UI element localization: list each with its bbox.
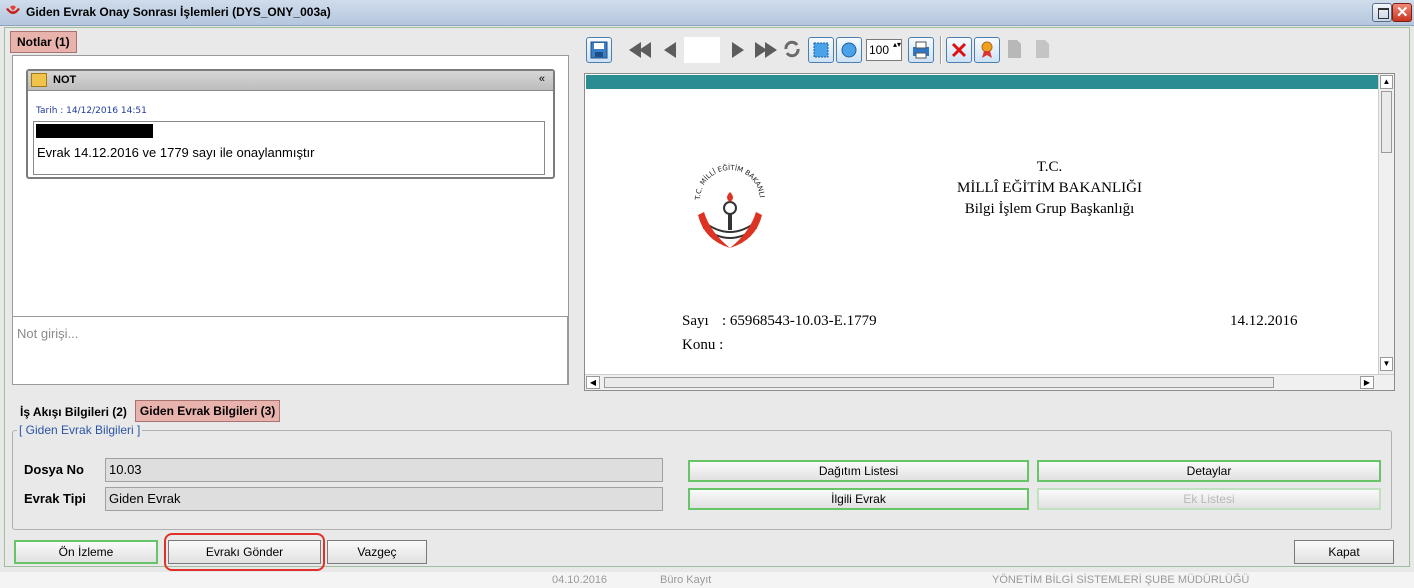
group-legend: [ Giden Evrak Bilgileri ] bbox=[17, 423, 143, 437]
highlight-circle bbox=[164, 533, 325, 571]
document-preview[interactable]: T.C. MİLLÎ EĞİTİM BAKANLIĞI T.C. MİLLÎ E… bbox=[584, 73, 1395, 391]
sayi-value: : 65968543-10.03-E.1779 bbox=[722, 313, 877, 329]
on-izleme-button[interactable]: Ön İzleme bbox=[14, 540, 158, 564]
header-line-1: T.C. bbox=[1036, 159, 1063, 175]
tab-is-akisi-bilgileri[interactable]: İş Akışı Bilgileri (2) bbox=[16, 402, 131, 422]
award-icon[interactable] bbox=[974, 37, 1000, 63]
konu-label: Konu : bbox=[682, 337, 724, 353]
header-line-3: Bilgi İşlem Grup Başkanlığı bbox=[964, 201, 1135, 217]
cancel-icon[interactable] bbox=[946, 37, 972, 63]
background-type: Büro Kayıt bbox=[660, 574, 712, 586]
app-logo-icon bbox=[6, 5, 20, 14]
background-date: 04.10.2016 bbox=[552, 574, 608, 586]
header-line-2: MİLLÎ EĞİTİM BAKANLIĞI bbox=[957, 180, 1142, 196]
title-bar: Giden Evrak Onay Sonrası İşlemleri (DYS_… bbox=[0, 0, 1414, 26]
dosya-no-field: 10.03 bbox=[105, 458, 663, 482]
fit-page-icon[interactable] bbox=[808, 37, 834, 63]
note-date: Tarih : 14/12/2016 14:51 bbox=[36, 106, 147, 116]
ilgili-evrak-button[interactable]: İlgili Evrak bbox=[688, 488, 1029, 510]
maximize-button[interactable] bbox=[1372, 3, 1392, 22]
note-icon bbox=[31, 73, 47, 87]
save-icon[interactable] bbox=[586, 37, 612, 63]
window-title: Giden Evrak Onay Sonrası İşlemleri (DYS_… bbox=[26, 5, 331, 19]
scroll-right-icon[interactable]: ▶ bbox=[1360, 376, 1374, 389]
refresh-icon[interactable] bbox=[780, 37, 806, 63]
scroll-left-icon[interactable]: ◀ bbox=[586, 376, 600, 389]
scroll-up-icon[interactable]: ▲ bbox=[1380, 75, 1393, 89]
collapse-chevron-icon[interactable]: « bbox=[539, 73, 545, 85]
last-page-icon[interactable] bbox=[752, 37, 778, 63]
document-date: 14.12.2016 bbox=[1230, 313, 1298, 329]
detaylar-button[interactable]: Detaylar bbox=[1037, 460, 1381, 482]
toolbar-separator bbox=[940, 36, 942, 64]
kapat-button[interactable]: Kapat bbox=[1294, 540, 1394, 564]
document-header: T.C. MİLLÎ EĞİTİM BAKANLIĞI Bilgi İşlem … bbox=[585, 157, 1378, 220]
sayi-label: Sayı bbox=[682, 313, 709, 329]
prev-page-icon[interactable] bbox=[656, 37, 682, 63]
note-input-box[interactable] bbox=[12, 316, 568, 385]
note-body: Evrak 14.12.2016 ve 1779 sayı ile onayla… bbox=[33, 121, 545, 175]
note-card-title: NOT bbox=[53, 74, 77, 86]
tab-giden-evrak-bilgileri[interactable]: Giden Evrak Bilgileri (3) bbox=[134, 400, 281, 422]
doc-gray-icon-2[interactable] bbox=[1030, 37, 1056, 63]
note-input[interactable] bbox=[13, 317, 567, 350]
zoom-stepper[interactable]: 100 bbox=[866, 39, 902, 61]
dagitim-listesi-button[interactable]: Dağıtım Listesi bbox=[688, 460, 1029, 482]
note-card-header: NOT « bbox=[28, 71, 553, 91]
evrak-tipi-field: Giden Evrak bbox=[105, 487, 663, 511]
horizontal-scrollbar[interactable]: ◀ ▶ bbox=[585, 374, 1394, 390]
ek-listesi-button[interactable]: Ek Listesi bbox=[1037, 488, 1381, 510]
horizontal-scroll-thumb[interactable] bbox=[604, 377, 1274, 388]
info-tabs: İş Akışı Bilgileri (2) Giden Evrak Bilgi… bbox=[16, 398, 284, 422]
page-number-box[interactable] bbox=[684, 37, 720, 63]
next-page-icon[interactable] bbox=[724, 37, 750, 63]
first-page-icon[interactable] bbox=[628, 37, 654, 63]
vertical-scroll-thumb[interactable] bbox=[1381, 91, 1392, 153]
preview-toolbar: 100 bbox=[586, 33, 1058, 67]
print-icon[interactable] bbox=[908, 37, 934, 63]
background-unit: YÖNETİM BİLGİ SİSTEMLERİ ŞUBE MÜDÜRLÜĞÜ bbox=[992, 574, 1250, 586]
note-text: Evrak 14.12.2016 ve 1779 sayı ile onayla… bbox=[37, 145, 315, 160]
fit-width-icon[interactable] bbox=[836, 37, 862, 63]
scroll-down-icon[interactable]: ▼ bbox=[1380, 357, 1393, 371]
vertical-scrollbar[interactable]: ▲ ▼ bbox=[1378, 74, 1394, 374]
preview-header-bar bbox=[586, 75, 1379, 89]
background-window-strip: 04.10.2016 Büro Kayıt YÖNETİM BİLGİ SİST… bbox=[0, 572, 1414, 588]
close-window-button[interactable] bbox=[1392, 3, 1412, 22]
notes-tab[interactable]: Notlar (1) bbox=[10, 31, 77, 53]
dosya-no-label: Dosya No bbox=[24, 462, 84, 477]
redacted-author bbox=[36, 124, 153, 138]
evrak-tipi-label: Evrak Tipi bbox=[24, 491, 86, 506]
vazgec-button[interactable]: Vazgeç bbox=[327, 540, 427, 564]
doc-gray-icon[interactable] bbox=[1002, 37, 1028, 63]
